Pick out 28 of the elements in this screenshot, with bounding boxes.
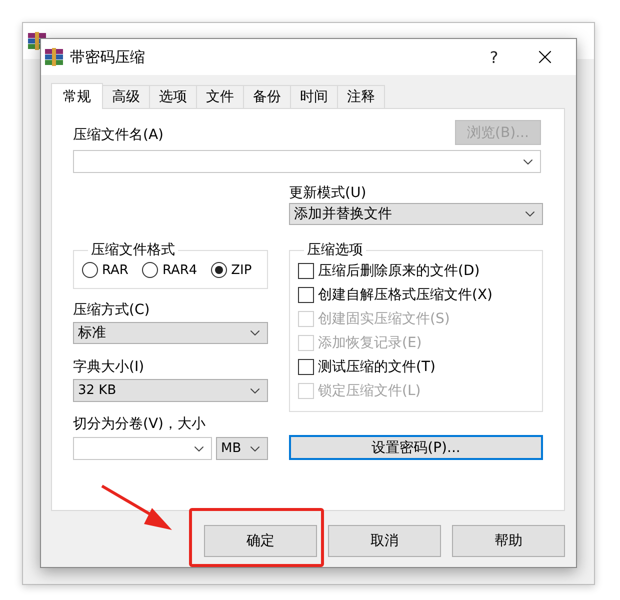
dropdown[interactable]: MB [216, 437, 268, 460]
checkbox-option[interactable]: 测试压缩的文件(T) [298, 355, 534, 379]
radio-option[interactable]: RAR [82, 262, 128, 278]
dropdown[interactable]: 32 KB [73, 379, 268, 402]
dialog-button[interactable]: 确定 [204, 525, 317, 557]
dropdown[interactable]: 添加并替换文件 [289, 203, 543, 225]
volume-size-field[interactable] [73, 437, 212, 460]
group-title: 压缩文件格式 [90, 241, 176, 259]
set-password-button[interactable]: 设置密码(P)... [289, 435, 543, 460]
window-title: 带密码压缩 [70, 48, 146, 66]
books-icon [44, 47, 64, 67]
dialog-button[interactable]: 帮助 [452, 525, 565, 557]
group-title: 压缩选项 [306, 241, 364, 259]
field-label: 切分为分卷(V)，大小 [73, 415, 207, 433]
dialog-button[interactable]: 取消 [328, 525, 441, 557]
checkbox-option[interactable]: 创建自解压格式压缩文件(X) [298, 283, 534, 307]
help-button[interactable]: ? [474, 48, 514, 66]
tab[interactable]: 常规 [51, 83, 103, 109]
radio-option[interactable]: ZIP [211, 262, 252, 278]
radio-option[interactable]: RAR4 [142, 262, 198, 278]
field-label: 压缩方式(C) [73, 301, 151, 319]
field-label: 更新模式(U) [289, 184, 368, 202]
field-label: 压缩文件名(A) [73, 126, 164, 144]
field-label: 字典大小(I) [73, 358, 146, 376]
dropdown[interactable]: 标准 [73, 322, 268, 344]
archive-name-field[interactable] [73, 150, 541, 173]
tab[interactable]: 注释 [337, 85, 385, 109]
checkbox-option[interactable]: 压缩后删除原来的文件(D) [298, 259, 534, 283]
